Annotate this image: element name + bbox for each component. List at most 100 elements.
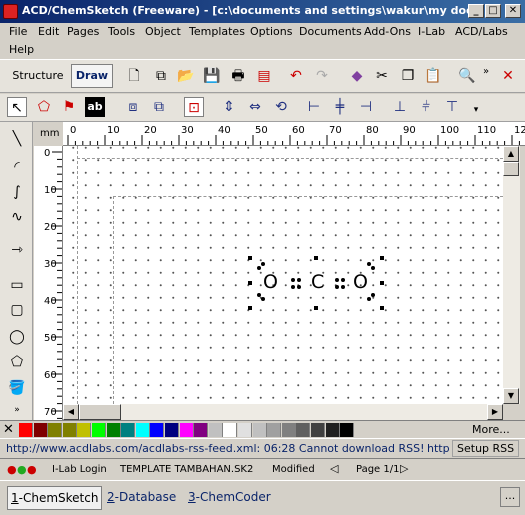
align-right-icon[interactable]: ⊣ (356, 97, 376, 117)
menu-templates[interactable]: Templates (189, 25, 245, 38)
palette-more-icon[interactable]: » (7, 400, 27, 420)
color-swatch[interactable] (325, 423, 340, 437)
maximize-button[interactable]: □ (485, 4, 501, 18)
rss-short-link[interactable]: http (427, 442, 450, 455)
toolbar-overflow-icon[interactable]: » (476, 62, 496, 82)
bezier-icon[interactable]: ∫ (7, 182, 27, 202)
menu-pages[interactable]: Pages (67, 25, 99, 38)
align-middle-icon[interactable]: ⫩ (416, 97, 436, 117)
rotate-icon[interactable]: ⟲ (271, 97, 291, 117)
tab-chemsketch[interactable]: 1-ChemSketch (7, 486, 103, 510)
color-swatch[interactable] (208, 423, 223, 437)
scroll-left-button[interactable]: ◀ (63, 404, 79, 420)
copy-icon[interactable]: ❐ (398, 66, 418, 86)
rectangle-icon[interactable]: ▭ (7, 275, 27, 295)
color-swatch[interactable] (223, 423, 238, 437)
next-page-icon[interactable]: ▷ (400, 462, 408, 475)
pdf-icon[interactable]: ▤ (254, 66, 274, 86)
redo-icon[interactable]: ↷ (312, 66, 332, 86)
ungroup-icon[interactable]: ⧉ (149, 97, 169, 117)
lasso-icon[interactable]: ⬠ (34, 97, 54, 117)
flip-vertical-icon[interactable]: ⇕ (219, 97, 239, 117)
menu-file[interactable]: File (9, 25, 27, 38)
align-bottom-icon[interactable]: ⊥ (390, 97, 410, 117)
menu-documents[interactable]: Documents (299, 25, 362, 38)
select-rect-icon[interactable]: ⊡ (184, 97, 204, 117)
tab-chemcoder[interactable]: 3-ChemCoder (185, 486, 274, 510)
color-swatch[interactable] (340, 423, 355, 437)
open-folder-icon[interactable]: 📂 (176, 66, 196, 86)
structure-mode-button[interactable]: Structure (9, 64, 67, 88)
scroll-up-button[interactable]: ▲ (503, 146, 519, 162)
color-swatch[interactable] (194, 423, 209, 437)
fill-icon[interactable]: 🪣 (7, 378, 27, 398)
color-swatch[interactable] (281, 423, 296, 437)
polygon-icon[interactable]: ⬠ (7, 352, 27, 372)
color-swatch[interactable] (106, 423, 121, 437)
curve-icon[interactable]: ∿ (7, 207, 27, 227)
color-swatch[interactable] (165, 423, 179, 437)
rss-status-text[interactable]: http://www.acdlabs.com/acdlabs-rss-feed.… (6, 442, 425, 455)
undo-icon[interactable]: ↶ (286, 66, 306, 86)
color-swatch[interactable] (296, 423, 311, 437)
vertical-scrollbar[interactable]: ▲ ▼ (503, 146, 520, 404)
color-swatch[interactable] (92, 423, 106, 437)
tabs-more-button[interactable]: ... (500, 487, 520, 507)
menu-addons[interactable]: Add-Ons (364, 25, 411, 38)
co2-lewis-structure[interactable] (63, 146, 503, 404)
vertical-scroll-thumb[interactable] (503, 162, 519, 176)
color-swatch[interactable] (179, 423, 194, 437)
arrow-icon[interactable]: ⇾ (7, 240, 27, 260)
flip-horizontal-icon[interactable]: ⇔ (245, 97, 265, 117)
align-left-icon[interactable]: ⊢ (304, 97, 324, 117)
copy-page-icon[interactable]: ⧉ (151, 66, 171, 86)
menu-help[interactable]: Help (9, 43, 34, 56)
more-colors-button[interactable]: More... (472, 423, 510, 436)
group-icon[interactable]: ⧈ (123, 97, 143, 117)
color-swatch[interactable] (121, 423, 136, 437)
cut-icon[interactable]: ✂ (372, 66, 392, 86)
color-swatch[interactable] (252, 423, 267, 437)
setup-rss-button[interactable]: Setup RSS (452, 440, 520, 457)
horizontal-scrollbar[interactable]: ◀ ▶ (63, 404, 503, 420)
color-swatch[interactable] (48, 423, 63, 437)
ellipse-icon[interactable]: ◯ (7, 327, 27, 347)
menu-options[interactable]: Options (250, 25, 292, 38)
color-swatch[interactable] (33, 423, 48, 437)
menu-edit[interactable]: Edit (38, 25, 59, 38)
menu-tools[interactable]: Tools (108, 25, 135, 38)
ilab-login-link[interactable]: I-Lab Login (52, 464, 107, 475)
menu-acdlabs[interactable]: ACD/Labs (455, 25, 508, 38)
align-top-icon[interactable]: ⊤ (442, 97, 462, 117)
paste-icon[interactable]: 📋 (423, 66, 443, 86)
toolbar-close-icon[interactable]: ✕ (498, 66, 518, 86)
text-icon[interactable]: ab (85, 97, 105, 117)
color-swatch[interactable] (267, 423, 282, 437)
minimize-button[interactable]: _ (468, 4, 484, 18)
toolbar2-dropdown-icon[interactable]: ▾ (466, 100, 486, 120)
zoom-icon[interactable]: 🔍 (457, 66, 477, 86)
color-swatch[interactable] (135, 423, 150, 437)
new-page-icon[interactable]: 🗋 (124, 66, 144, 86)
scroll-down-button[interactable]: ▼ (503, 388, 519, 404)
print-icon[interactable]: 🖶 (228, 66, 248, 86)
save-icon[interactable]: 💾 (202, 66, 222, 86)
draw-mode-button[interactable]: Draw (71, 64, 113, 88)
color-swatch[interactable] (150, 423, 165, 437)
menu-ilab[interactable]: I-Lab (418, 25, 445, 38)
close-button[interactable]: ✕ (505, 4, 521, 18)
select-arrow-icon[interactable]: ↖ (7, 97, 27, 117)
color-swatch[interactable] (62, 423, 77, 437)
no-color-icon[interactable]: ✕ (3, 422, 14, 437)
drawing-canvas[interactable]: O C O (63, 146, 503, 404)
rounded-rectangle-icon[interactable]: ▢ (7, 300, 27, 320)
hand-icon[interactable]: ⚑ (59, 97, 79, 117)
color-swatch[interactable] (238, 423, 252, 437)
menu-object[interactable]: Object (145, 25, 181, 38)
arc-icon[interactable]: ◜ (7, 157, 27, 177)
scroll-right-button[interactable]: ▶ (487, 404, 503, 420)
color-swatch[interactable] (311, 423, 325, 437)
eraser-icon[interactable]: ◆ (347, 66, 367, 86)
horizontal-scroll-thumb[interactable] (79, 404, 121, 420)
align-center-icon[interactable]: ╪ (330, 97, 350, 117)
